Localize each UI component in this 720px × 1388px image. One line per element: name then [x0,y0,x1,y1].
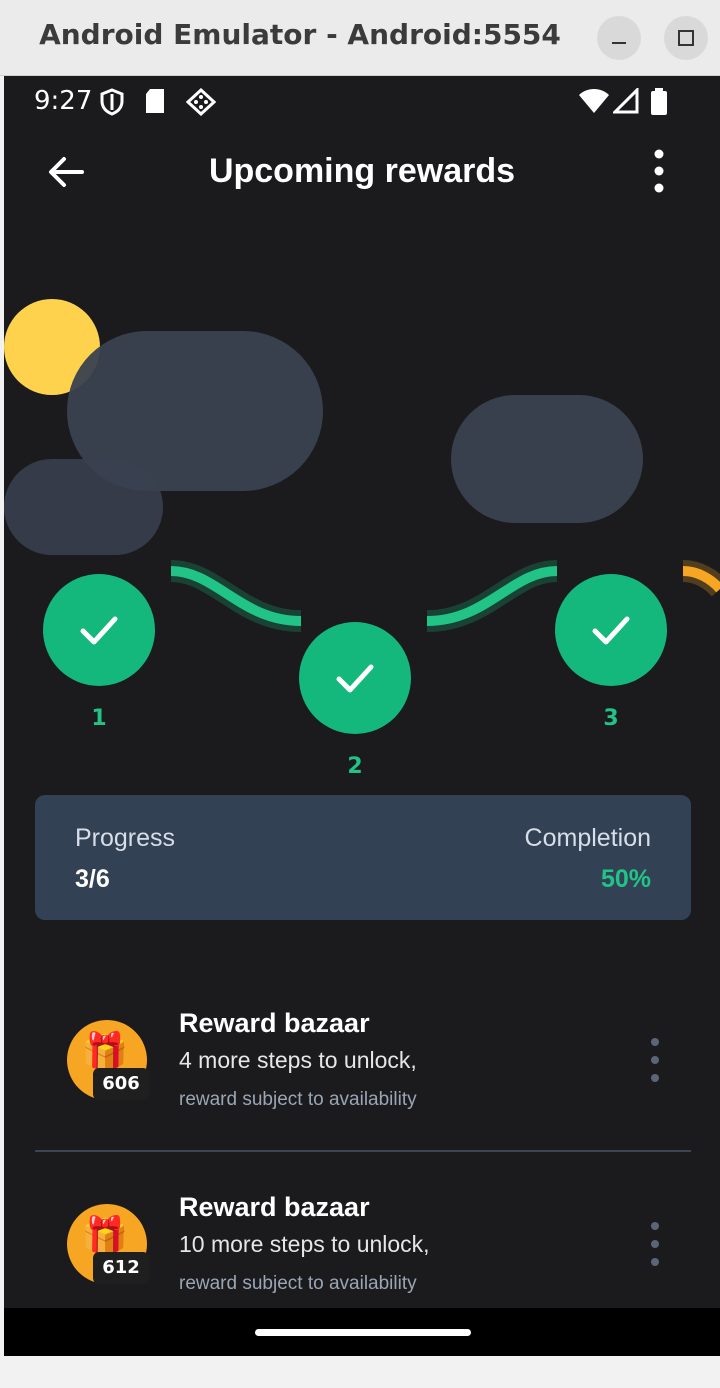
step-1-completed[interactable] [43,574,155,686]
shield-icon [100,88,124,116]
reward-list-item[interactable]: 🎁 606 Reward bazaar 4 more steps to unlo… [4,996,720,1146]
maximize-icon [678,30,694,46]
reward-more-options-icon[interactable] [648,1221,662,1267]
reward-title: Reward bazaar [179,1192,370,1222]
progress-card: Progress 3/6 Completion 50% [35,795,691,920]
maximize-button[interactable] [664,16,708,60]
step-label: 1 [91,706,107,731]
gift-avatar: 🎁 612 [67,1204,149,1284]
wifi-icon [579,89,609,113]
cloud-decoration [4,459,163,555]
list-divider [35,1150,691,1152]
emulator-titlebar: Android Emulator - Android:5554 [0,0,720,76]
reward-subtitle: 4 more steps to unlock, [179,1047,417,1073]
completion-label: Completion [524,824,651,852]
reward-note: reward subject to availability [179,1089,417,1110]
checkmark-icon [336,664,374,693]
more-options-icon[interactable] [644,148,674,194]
sd-card-icon [146,89,164,113]
game-controller-icon [186,88,216,116]
reward-title: Reward bazaar [179,1008,370,1038]
step-2-completed[interactable] [299,622,411,734]
reward-badge: 606 [93,1068,149,1100]
checkmark-icon [80,616,118,645]
gift-avatar: 🎁 606 [67,1020,149,1100]
reward-more-options-icon[interactable] [648,1037,662,1083]
status-time: 9:27 [34,86,93,116]
progress-value: 3/6 [75,865,110,893]
step-label: 3 [603,706,619,731]
reward-badge: 612 [93,1252,149,1284]
progress-label: Progress [75,824,176,852]
rewards-path-illustration: 1 2 3 [4,286,720,779]
path-connector-next [683,541,720,651]
cloud-decoration [451,395,643,523]
status-bar: 9:27 [4,76,720,126]
signal-icon [613,88,639,114]
checkmark-icon [592,616,630,645]
minimize-icon [612,42,626,44]
path-connector [427,541,557,651]
window-title: Android Emulator - Android:5554 [39,18,561,51]
completion-value: 50% [600,865,651,893]
step-label: 2 [347,754,363,779]
reward-subtitle: 10 more steps to unlock, [179,1231,430,1257]
reward-note: reward subject to availability [179,1273,417,1294]
phone-screen: 9:27 Upcoming rewards 1 2 3 Progress 3/6… [4,76,720,1356]
app-bar: Upcoming rewards [4,126,720,216]
page-title: Upcoming rewards [208,152,516,190]
navigation-bar [4,1308,720,1356]
battery-icon [651,88,667,115]
step-3-completed[interactable] [555,574,667,686]
path-connector [171,541,301,651]
home-gesture-handle[interactable] [255,1329,471,1336]
minimize-button[interactable] [597,16,641,60]
